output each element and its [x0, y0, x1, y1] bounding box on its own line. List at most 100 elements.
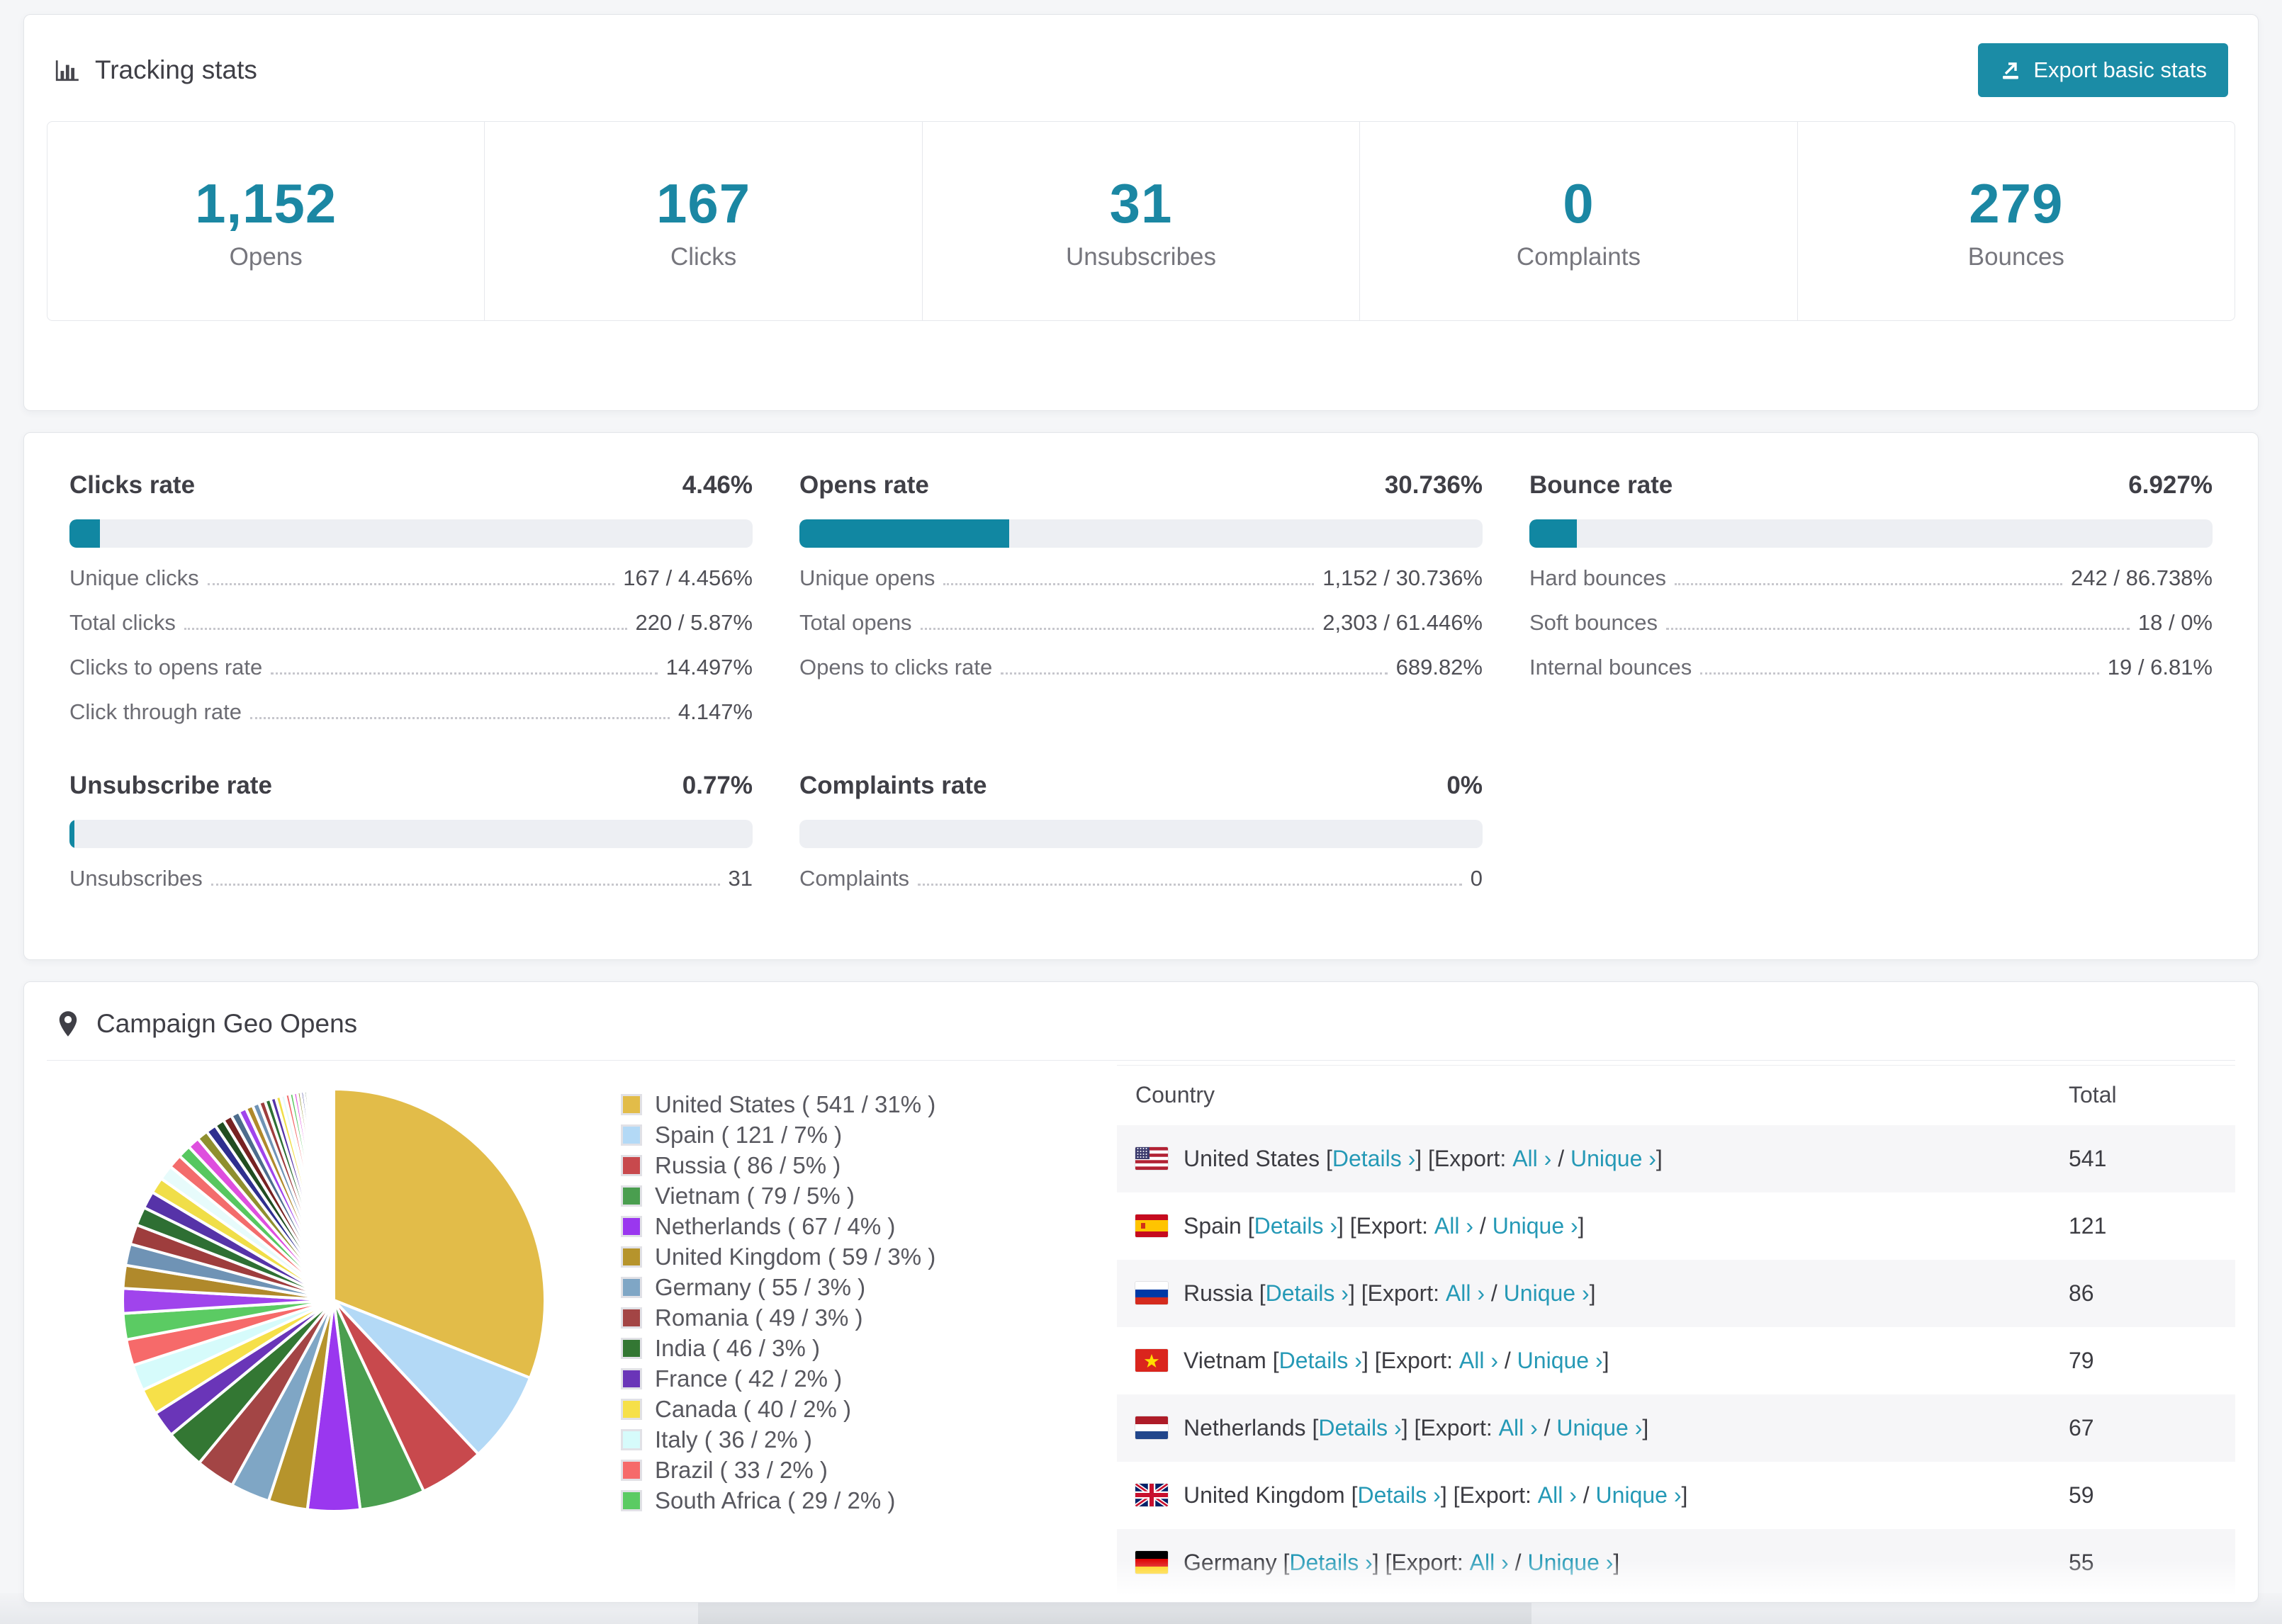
- export-all-link[interactable]: All ›: [1434, 1213, 1473, 1239]
- details-link[interactable]: Details ›: [1332, 1146, 1415, 1172]
- rate-row-value: 14.497%: [665, 655, 753, 680]
- legend-swatch: [621, 1246, 642, 1268]
- legend-label: Canada ( 40 / 2% ): [655, 1395, 851, 1422]
- rate-row-label: Click through rate: [69, 699, 242, 724]
- export-button-label: Export basic stats: [2033, 57, 2207, 82]
- geo-country-cell-inner: United States [Details ›] [Export: All ›…: [1135, 1125, 2069, 1192]
- legend-swatch: [621, 1368, 642, 1389]
- export-unique-link[interactable]: Unique ›: [1517, 1348, 1603, 1374]
- geo-country-cell: United States [Details ›] [Export: All ›…: [1117, 1125, 2069, 1192]
- stat-label: Unsubscribes: [1065, 242, 1217, 271]
- rate-row-value: 19 / 6.81%: [2107, 655, 2213, 680]
- map-pin-icon: [59, 1011, 77, 1037]
- country-name: Netherlands: [1184, 1414, 1306, 1440]
- export-unique-link[interactable]: Unique ›: [1556, 1415, 1642, 1441]
- country-name: United Kingdom: [1184, 1482, 1345, 1508]
- geo-total-cell: 541: [2069, 1145, 2107, 1171]
- geo-country-cell-inner: Vietnam [Details ›] [Export: All › / Uni…: [1135, 1327, 2069, 1394]
- details-link[interactable]: Details ›: [1318, 1415, 1401, 1441]
- export-all-link[interactable]: All ›: [1499, 1415, 1538, 1441]
- legend-item-india: India ( 46 / 3% ): [621, 1333, 1117, 1363]
- legend-swatch: [621, 1276, 642, 1298]
- details-link[interactable]: Details ›: [1266, 1280, 1349, 1307]
- export-unique-link[interactable]: Unique ›: [1527, 1550, 1613, 1576]
- dotted-leader: [271, 672, 658, 675]
- geo-pie-legend: United States ( 541 / 31% ) Spain ( 121 /…: [621, 1061, 1117, 1516]
- legend-swatch: [621, 1337, 642, 1359]
- details-link[interactable]: Details ›: [1279, 1348, 1362, 1374]
- rate-progress-bar: [69, 820, 753, 848]
- geo-table-header-row: Country Total: [1117, 1066, 2235, 1125]
- rate-value: 0.77%: [682, 772, 753, 799]
- geo-row-vietnam: Vietnam [Details ›] [Export: All › / Uni…: [1117, 1327, 2235, 1394]
- rate-row-total-clicks: Total clicks 220 / 5.87%: [69, 609, 753, 637]
- tracking-stats-card: Tracking stats Export basic stats 1,152 O…: [23, 14, 2259, 411]
- legend-label: Netherlands ( 67 / 4% ): [655, 1212, 896, 1239]
- tracking-stats-header: Tracking stats Export basic stats: [47, 15, 2235, 120]
- rate-title: Unsubscribe rate: [69, 772, 272, 799]
- export-all-link[interactable]: All ›: [1512, 1146, 1551, 1172]
- legend-swatch: [621, 1307, 642, 1329]
- stat-label: Opens: [229, 242, 303, 271]
- legend-item-vietnam: Vietnam ( 79 / 5% ): [621, 1180, 1117, 1211]
- dotted-leader: [1001, 672, 1388, 675]
- rate-row-value: 31: [728, 866, 753, 891]
- details-link[interactable]: Details ›: [1357, 1482, 1440, 1509]
- export-basic-stats-button[interactable]: Export basic stats: [1978, 43, 2228, 97]
- dotted-leader: [249, 717, 670, 719]
- rate-value: 6.927%: [2128, 471, 2213, 499]
- export-unique-link[interactable]: Unique ›: [1570, 1146, 1656, 1172]
- rate-row-label: Soft bounces: [1529, 610, 1658, 635]
- geo-col-total: Total: [2069, 1082, 2117, 1108]
- legend-swatch: [621, 1428, 642, 1450]
- legend-item-romania: Romania ( 49 / 3% ): [621, 1302, 1117, 1333]
- export-unique-link[interactable]: Unique ›: [1596, 1482, 1682, 1509]
- export-unique-link[interactable]: Unique ›: [1504, 1280, 1590, 1307]
- legend-label: France ( 42 / 2% ): [655, 1365, 843, 1392]
- rate-rows: Unsubscribes 31: [69, 864, 753, 893]
- geo-country-cell-inner: Spain [Details ›] [Export: All › / Uniqu…: [1135, 1192, 2069, 1260]
- stat-value: 1,152: [195, 171, 337, 235]
- rate-title: Complaints rate: [799, 772, 987, 799]
- legend-label: India ( 46 / 3% ): [655, 1334, 820, 1361]
- export-unique-link[interactable]: Unique ›: [1493, 1213, 1578, 1239]
- stat-value: 0: [1563, 171, 1595, 235]
- rate-row-value: 242 / 86.738%: [2071, 565, 2213, 590]
- export-all-link[interactable]: All ›: [1446, 1280, 1485, 1307]
- geo-country-cell: Spain [Details ›] [Export: All › / Uniqu…: [1117, 1192, 2069, 1260]
- flag-nl-icon: [1135, 1416, 1168, 1439]
- legend-item-united-kingdom: United Kingdom ( 59 / 3% ): [621, 1241, 1117, 1272]
- export-all-link[interactable]: All ›: [1470, 1550, 1509, 1576]
- export-all-link[interactable]: All ›: [1538, 1482, 1577, 1509]
- flag-ru-icon: [1135, 1282, 1168, 1304]
- dotted-leader: [207, 583, 615, 585]
- dotted-leader: [943, 583, 1315, 585]
- rate-progress-bar: [1529, 519, 2213, 548]
- legend-label: Spain ( 121 / 7% ): [655, 1121, 843, 1148]
- rate-rows: Unique opens 1,152 / 30.736% Total opens 2,…: [799, 564, 1483, 682]
- details-link[interactable]: Details ›: [1289, 1550, 1372, 1576]
- export-all-link[interactable]: All ›: [1459, 1348, 1498, 1374]
- geo-row-germany: Germany [Details ›] [Export: All › / Uni…: [1117, 1528, 2235, 1596]
- legend-label: Brazil ( 33 / 2% ): [655, 1456, 828, 1483]
- pie-slice-other: [331, 1087, 335, 1301]
- rate-row-unsubscribes: Unsubscribes 31: [69, 864, 753, 893]
- stat-value: 279: [1969, 171, 2064, 235]
- geo-country-cell: United Kingdom [Details ›] [Export: All …: [1117, 1462, 2069, 1529]
- legend-swatch: [621, 1459, 642, 1481]
- page-title: Tracking stats: [54, 55, 257, 85]
- legend-swatch: [621, 1215, 642, 1237]
- legend-label: Romania ( 49 / 3% ): [655, 1304, 863, 1331]
- geo-table-wrap: Country Total United States [Details ›] …: [1117, 1061, 2235, 1596]
- legend-item-brazil: Brazil ( 33 / 2% ): [621, 1455, 1117, 1485]
- legend-swatch: [621, 1093, 642, 1115]
- rate-row-value: 1,152 / 30.736%: [1322, 565, 1483, 590]
- dotted-leader: [920, 628, 1315, 630]
- geo-total-cell: 86: [2069, 1280, 2094, 1306]
- legend-label: Russia ( 86 / 5% ): [655, 1151, 841, 1178]
- rate-row-soft-bounces: Soft bounces 18 / 0%: [1529, 609, 2213, 637]
- stat-value: 31: [1109, 171, 1173, 235]
- details-link[interactable]: Details ›: [1254, 1213, 1337, 1239]
- legend-item-united-states: United States ( 541 / 31% ): [621, 1089, 1117, 1120]
- rate-progress-fill: [69, 519, 100, 548]
